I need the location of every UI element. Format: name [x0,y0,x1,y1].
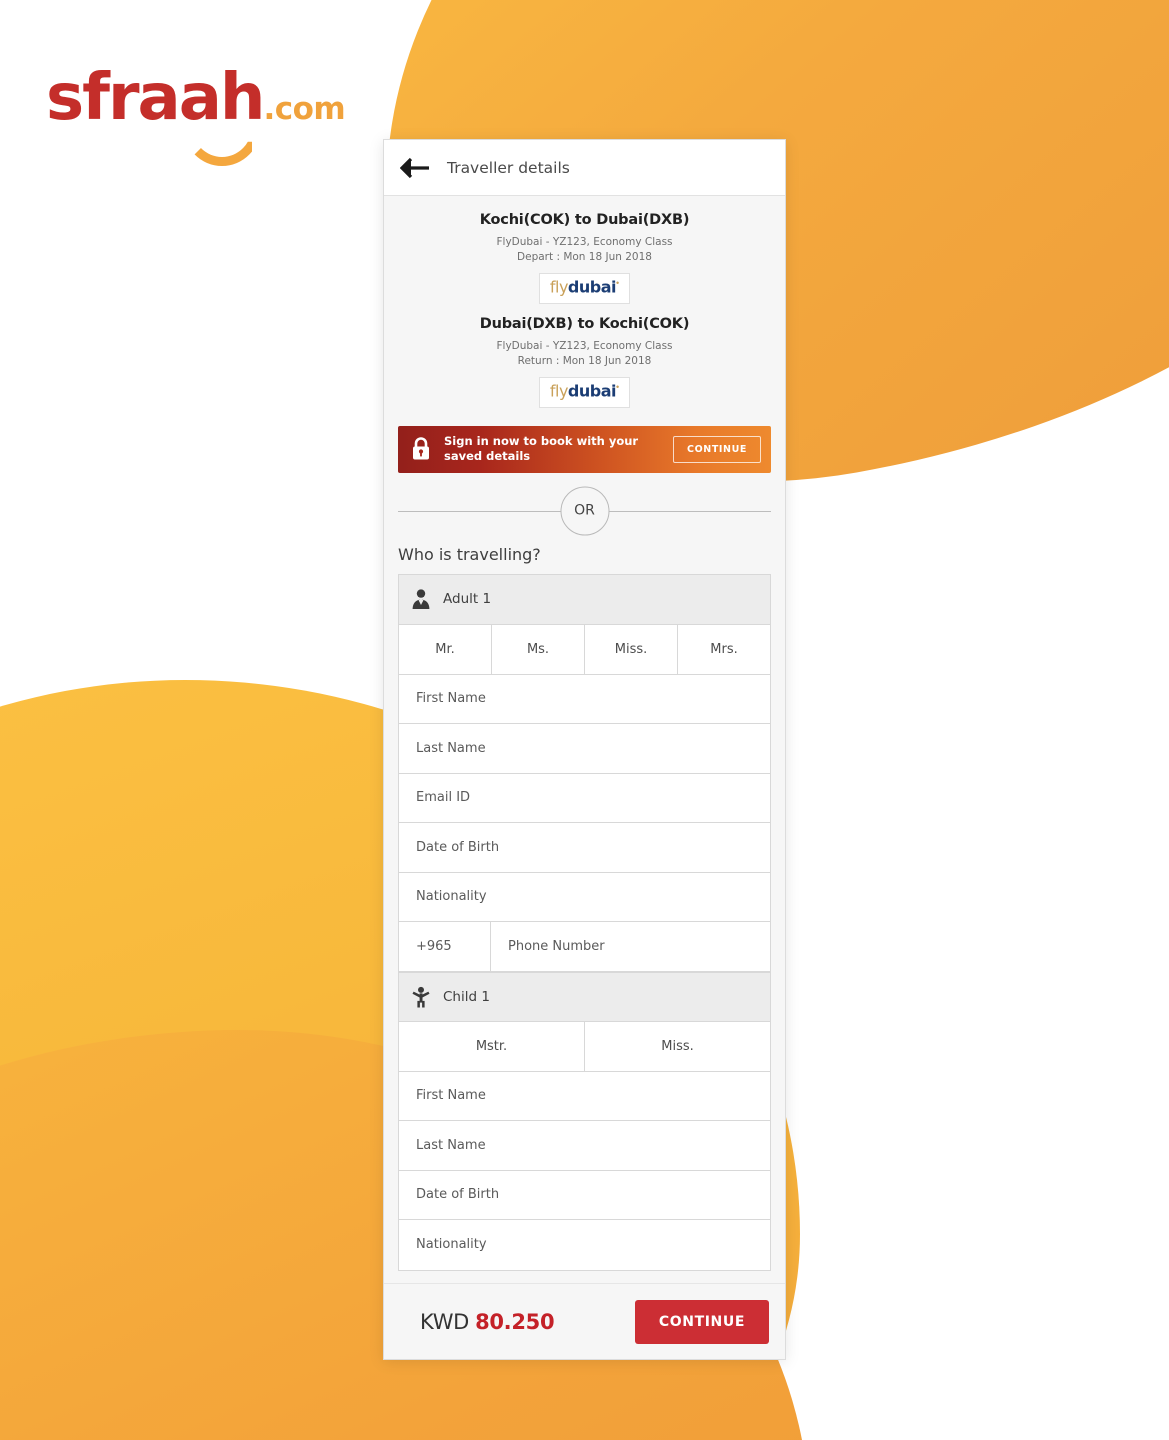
brand-logo-suffix: .com [263,91,346,127]
passenger-label: Adult 1 [443,591,492,608]
airline-logo-part1: fly [549,277,569,297]
currency-label: KWD [420,1309,470,1334]
adult-person-icon [411,588,431,610]
flight-meta: FlyDubai - YZ123, Economy Class Return :… [394,339,775,369]
airline-logo-part2: dubai [567,277,617,297]
brand-logo[interactable]: sfraah.com [46,66,346,166]
flight-carrier: FlyDubai - YZ123, Economy Class [496,236,673,248]
flight-summary-outbound: Kochi(COK) to Dubai(DXB) FlyDubai - YZ12… [384,196,785,312]
or-divider: OR [398,483,771,539]
phone-number-field[interactable]: Phone Number [491,922,770,971]
field-placeholder: First Name [416,1088,486,1104]
flight-date: Depart : Mon 18 Jun 2018 [517,251,652,264]
flight-route: Dubai(DXB) to Kochi(COK) [479,315,690,332]
flight-carrier: FlyDubai - YZ123, Economy Class [496,339,673,352]
phone-row: +965 Phone Number [399,922,770,972]
back-arrow-icon[interactable] [399,157,430,179]
airline-logo-part1: fly [549,381,569,401]
title-selector-child-1: Mstr. Miss. [399,1021,770,1072]
field-placeholder: Date of Birth [416,1187,500,1203]
page-title: Traveller details [447,158,570,177]
field-placeholder: Last Name [416,740,486,756]
title-option[interactable]: Miss. [585,1021,770,1071]
app-footer: KWD 80.250 CONTINUE [384,1283,785,1359]
last-name-field[interactable]: Last Name [399,1121,770,1171]
date-of-birth-field[interactable]: Date of Birth [399,823,770,873]
title-option[interactable]: Ms. [492,624,585,674]
field-placeholder: Nationality [416,1237,487,1253]
passenger-header-adult-1: Adult 1 [399,574,770,625]
field-placeholder: Phone Number [508,938,605,954]
title-option[interactable]: Mrs. [678,624,770,674]
airline-logo-flydubai: flydubai• [538,273,631,304]
airline-logo-part2: dubai [567,381,617,401]
country-code-value: +965 [416,938,452,954]
brand-logo-text: sfraah [46,61,265,135]
lock-icon [410,436,432,462]
app-header: Traveller details [384,140,785,196]
signin-message: Sign in now to book with your saved deta… [444,433,639,464]
amount-value: 80.250 [475,1309,555,1334]
traveller-form: Adult 1 Mr. Ms. Miss. Mrs. First Name La… [398,573,771,1271]
signin-banner[interactable]: Sign in now to book with your saved deta… [398,425,771,473]
signin-continue-button[interactable]: CONTINUE [673,435,761,463]
first-name-field[interactable]: First Name [399,1071,770,1122]
field-placeholder: Last Name [416,1137,486,1153]
child-person-icon [411,986,431,1008]
date-of-birth-field[interactable]: Date of Birth [399,1170,770,1221]
country-code-selector[interactable]: +965 [399,922,491,971]
passenger-label: Child 1 [443,988,490,1005]
flight-route: Kochi(COK) to Dubai(DXB) [479,212,690,228]
title-option[interactable]: Mstr. [399,1021,585,1071]
or-label: OR [560,486,609,536]
who-is-travelling-heading: Who is travelling? [398,544,541,564]
flight-date: Return : Mon 18 Jun 2018 [517,354,652,367]
total-price: KWD 80.250 [420,1309,555,1334]
nationality-field[interactable]: Nationality [399,1220,770,1270]
title-option[interactable]: Miss. [585,624,678,674]
brand-smile-icon [183,126,261,166]
flight-meta: FlyDubai - YZ123, Economy Class Depart :… [394,235,775,265]
nationality-field[interactable]: Nationality [399,872,770,923]
continue-button[interactable]: CONTINUE [634,1299,769,1344]
title-option[interactable]: Mr. [399,624,492,674]
title-selector-adult-1: Mr. Ms. Miss. Mrs. [399,624,770,675]
airline-logo-mark: • [615,382,620,393]
last-name-field[interactable]: Last Name [399,724,770,774]
field-placeholder: First Name [416,691,486,707]
first-name-field[interactable]: First Name [399,674,770,725]
email-field[interactable]: Email ID [399,773,770,824]
field-placeholder: Date of Birth [416,839,500,855]
field-placeholder: Nationality [416,889,487,905]
flight-summary-return: Dubai(DXB) to Kochi(COK) FlyDubai - YZ12… [384,311,785,416]
app-body: Kochi(COK) to Dubai(DXB) FlyDubai - YZ12… [384,196,785,1283]
page-root: sfraah.com Traveller details Kochi(COK) … [0,0,1169,1440]
phone-screen: Traveller details Kochi(COK) to Dubai(DX… [383,139,786,1360]
passenger-header-child-1: Child 1 [399,971,770,1022]
airline-logo-flydubai: flydubai• [538,377,631,408]
field-placeholder: Email ID [416,790,471,806]
signin-banner-wrap: Sign in now to book with your saved deta… [384,416,785,473]
airline-logo-mark: • [615,278,620,289]
